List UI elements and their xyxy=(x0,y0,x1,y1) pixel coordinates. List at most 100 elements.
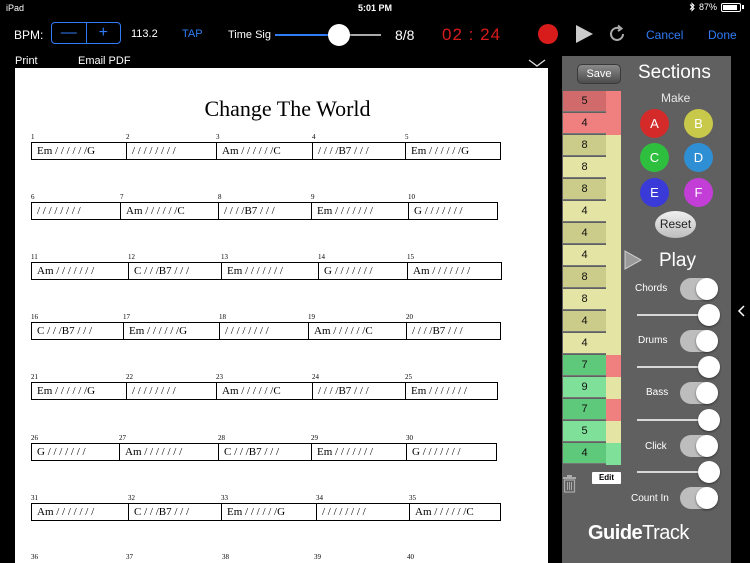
print-button[interactable]: Print xyxy=(15,55,38,67)
section-list-item[interactable]: 8 xyxy=(563,179,606,200)
count-in-toggle[interactable] xyxy=(680,487,718,509)
time-sig-slider-knob[interactable] xyxy=(327,24,350,46)
chords-volume-slider[interactable] xyxy=(637,304,720,326)
chord-bar[interactable]: 8/ / / /B7 / / / xyxy=(218,193,311,221)
chord-bar[interactable]: 1 Em / / / / / /G xyxy=(31,133,126,161)
drums-toggle[interactable] xyxy=(680,330,718,352)
make-section-a-button[interactable]: A xyxy=(640,109,669,138)
chord-bar[interactable]: 6/ / / / / / / / xyxy=(31,193,120,221)
email-pdf-button[interactable]: Email PDF xyxy=(78,55,131,67)
chords-volume-knob[interactable] xyxy=(698,304,720,326)
loop-icon[interactable] xyxy=(607,24,627,44)
timer-separator: : xyxy=(468,25,475,44)
chord-bar[interactable]: 23 Am / / / / / /C xyxy=(216,373,312,401)
play-button[interactable] xyxy=(576,25,593,43)
chord-bar[interactable]: 3 Am / / / / / /C xyxy=(216,133,312,161)
chord-bar[interactable]: 24/ / / /B7 / / / xyxy=(312,373,405,401)
section-list-item[interactable]: 5 xyxy=(563,91,606,112)
save-button[interactable]: Save xyxy=(577,64,621,84)
section-list-item[interactable]: 8 xyxy=(563,135,606,156)
click-volume-slider[interactable] xyxy=(637,461,720,483)
chord-bar[interactable]: 25 Em / / / / / / / xyxy=(405,373,498,401)
section-list-item[interactable]: 9 xyxy=(563,377,606,398)
trash-icon[interactable] xyxy=(562,474,577,493)
chord-bar[interactable]: 16 C / / /B7 / / / xyxy=(31,313,123,341)
chord-bar[interactable]: 22/ / / / / / / / xyxy=(126,373,216,401)
chord-bar[interactable]: 26 G / / / / / / / xyxy=(31,434,119,462)
make-section-b-button[interactable]: B xyxy=(684,109,713,138)
done-button[interactable]: Done xyxy=(708,28,737,42)
bass-toggle[interactable] xyxy=(680,382,718,404)
section-list-item[interactable]: 8 xyxy=(563,267,606,288)
section-list-item[interactable]: 7 xyxy=(563,355,606,376)
section-list-item[interactable]: 4 xyxy=(563,333,606,354)
chord-bar[interactable]: 40 xyxy=(407,553,487,563)
drums-volume-knob[interactable] xyxy=(698,356,720,378)
click-volume-knob[interactable] xyxy=(698,461,720,483)
chords-toggle[interactable] xyxy=(680,278,718,300)
chord-bar[interactable]: 5 Em / / / / / /G xyxy=(405,133,501,161)
tap-tempo-button[interactable]: TAP xyxy=(182,28,203,40)
bar-number: 14 xyxy=(318,253,325,261)
section-list-item[interactable]: 4 xyxy=(563,443,606,464)
chord-bar[interactable]: 18/ / / / / / / / xyxy=(219,313,308,341)
chord-bar[interactable]: 39 xyxy=(314,553,407,563)
section-list-item[interactable]: 4 xyxy=(563,245,606,266)
play-icon[interactable] xyxy=(624,250,642,270)
section-list-item[interactable]: 4 xyxy=(563,113,606,134)
chord-bar[interactable]: 21 Em / / / / / /G xyxy=(31,373,126,401)
chord-bar[interactable]: 29 Em / / / / / / / xyxy=(311,434,406,462)
bpm-stepper[interactable]: — + xyxy=(51,22,121,44)
section-list-item[interactable]: 5 xyxy=(563,421,606,442)
time-sig-slider[interactable] xyxy=(275,24,381,46)
chord-bar[interactable]: 30 G / / / / / / / xyxy=(406,434,497,462)
record-button[interactable] xyxy=(538,24,558,44)
reset-button[interactable]: Reset xyxy=(655,211,696,238)
chord-bar[interactable]: 2/ / / / / / / / xyxy=(126,133,216,161)
chord-bar[interactable]: 31 Am / / / / / / / xyxy=(31,494,128,522)
make-section-e-button[interactable]: E xyxy=(640,178,669,207)
bpm-increment-button[interactable]: + xyxy=(87,23,121,43)
chord-bar[interactable]: 34/ / / / / / / / xyxy=(316,494,409,522)
section-list-item[interactable]: 4 xyxy=(563,201,606,222)
bar-number: 11 xyxy=(31,253,38,261)
chord-bar[interactable]: 9 Em / / / / / / / xyxy=(311,193,408,221)
cancel-button[interactable]: Cancel xyxy=(646,28,683,42)
chord-bar[interactable]: 17 Em / / / / / /G xyxy=(123,313,219,341)
chord-bar[interactable]: 19 Am / / / / / /C xyxy=(308,313,406,341)
chord-bar[interactable]: 15 Am / / / / / / / xyxy=(407,253,502,281)
make-section-c-button[interactable]: C xyxy=(640,143,669,172)
chevron-left-icon[interactable] xyxy=(736,304,746,318)
chord-bar[interactable]: 20/ / / /B7 / / / xyxy=(406,313,501,341)
chord-bar[interactable]: 4/ / / /B7 / / / xyxy=(312,133,405,161)
chord-bar[interactable]: 33 Em / / / / / /G xyxy=(221,494,316,522)
chord-bar[interactable]: 35 Am / / / / / /C xyxy=(409,494,501,522)
make-section-f-button[interactable]: F xyxy=(684,178,713,207)
chord-bar[interactable]: 36 xyxy=(31,553,126,563)
section-list-item[interactable]: 8 xyxy=(563,289,606,310)
chord-bar[interactable]: 13 Em / / / / / / / xyxy=(221,253,318,281)
edit-button[interactable]: Edit xyxy=(592,472,621,484)
chord-bar[interactable]: 10 G / / / / / / / xyxy=(408,193,498,221)
chord-bar[interactable]: 11 Am / / / / / / / xyxy=(31,253,128,281)
section-list-item[interactable]: 4 xyxy=(563,311,606,332)
chord-bar[interactable]: 27 Am / / / / / / / xyxy=(119,434,218,462)
drums-volume-slider[interactable] xyxy=(637,356,720,378)
chord-bar[interactable]: 7 Am / / / / / /C xyxy=(120,193,218,221)
chord-bar[interactable]: 38 xyxy=(222,553,314,563)
make-section-d-button[interactable]: D xyxy=(684,143,713,172)
chord-bar[interactable]: 37 xyxy=(126,553,222,563)
section-list-item[interactable]: 7 xyxy=(563,399,606,420)
bar-chords: Em / / / / / /G xyxy=(405,142,501,160)
chevron-down-icon[interactable] xyxy=(528,58,546,68)
chord-bar[interactable]: 28 C / / /B7 / / / xyxy=(218,434,311,462)
chord-bar[interactable]: 12 C / / /B7 / / / xyxy=(128,253,221,281)
chord-bar[interactable]: 14 G / / / / / / / xyxy=(318,253,407,281)
bass-volume-slider[interactable] xyxy=(637,409,720,431)
section-list-item[interactable]: 8 xyxy=(563,157,606,178)
click-toggle[interactable] xyxy=(680,435,718,457)
chord-bar[interactable]: 32 C / / /B7 / / / xyxy=(128,494,221,522)
section-list-item[interactable]: 4 xyxy=(563,223,606,244)
bass-volume-knob[interactable] xyxy=(698,409,720,431)
bpm-decrement-button[interactable]: — xyxy=(52,23,87,43)
